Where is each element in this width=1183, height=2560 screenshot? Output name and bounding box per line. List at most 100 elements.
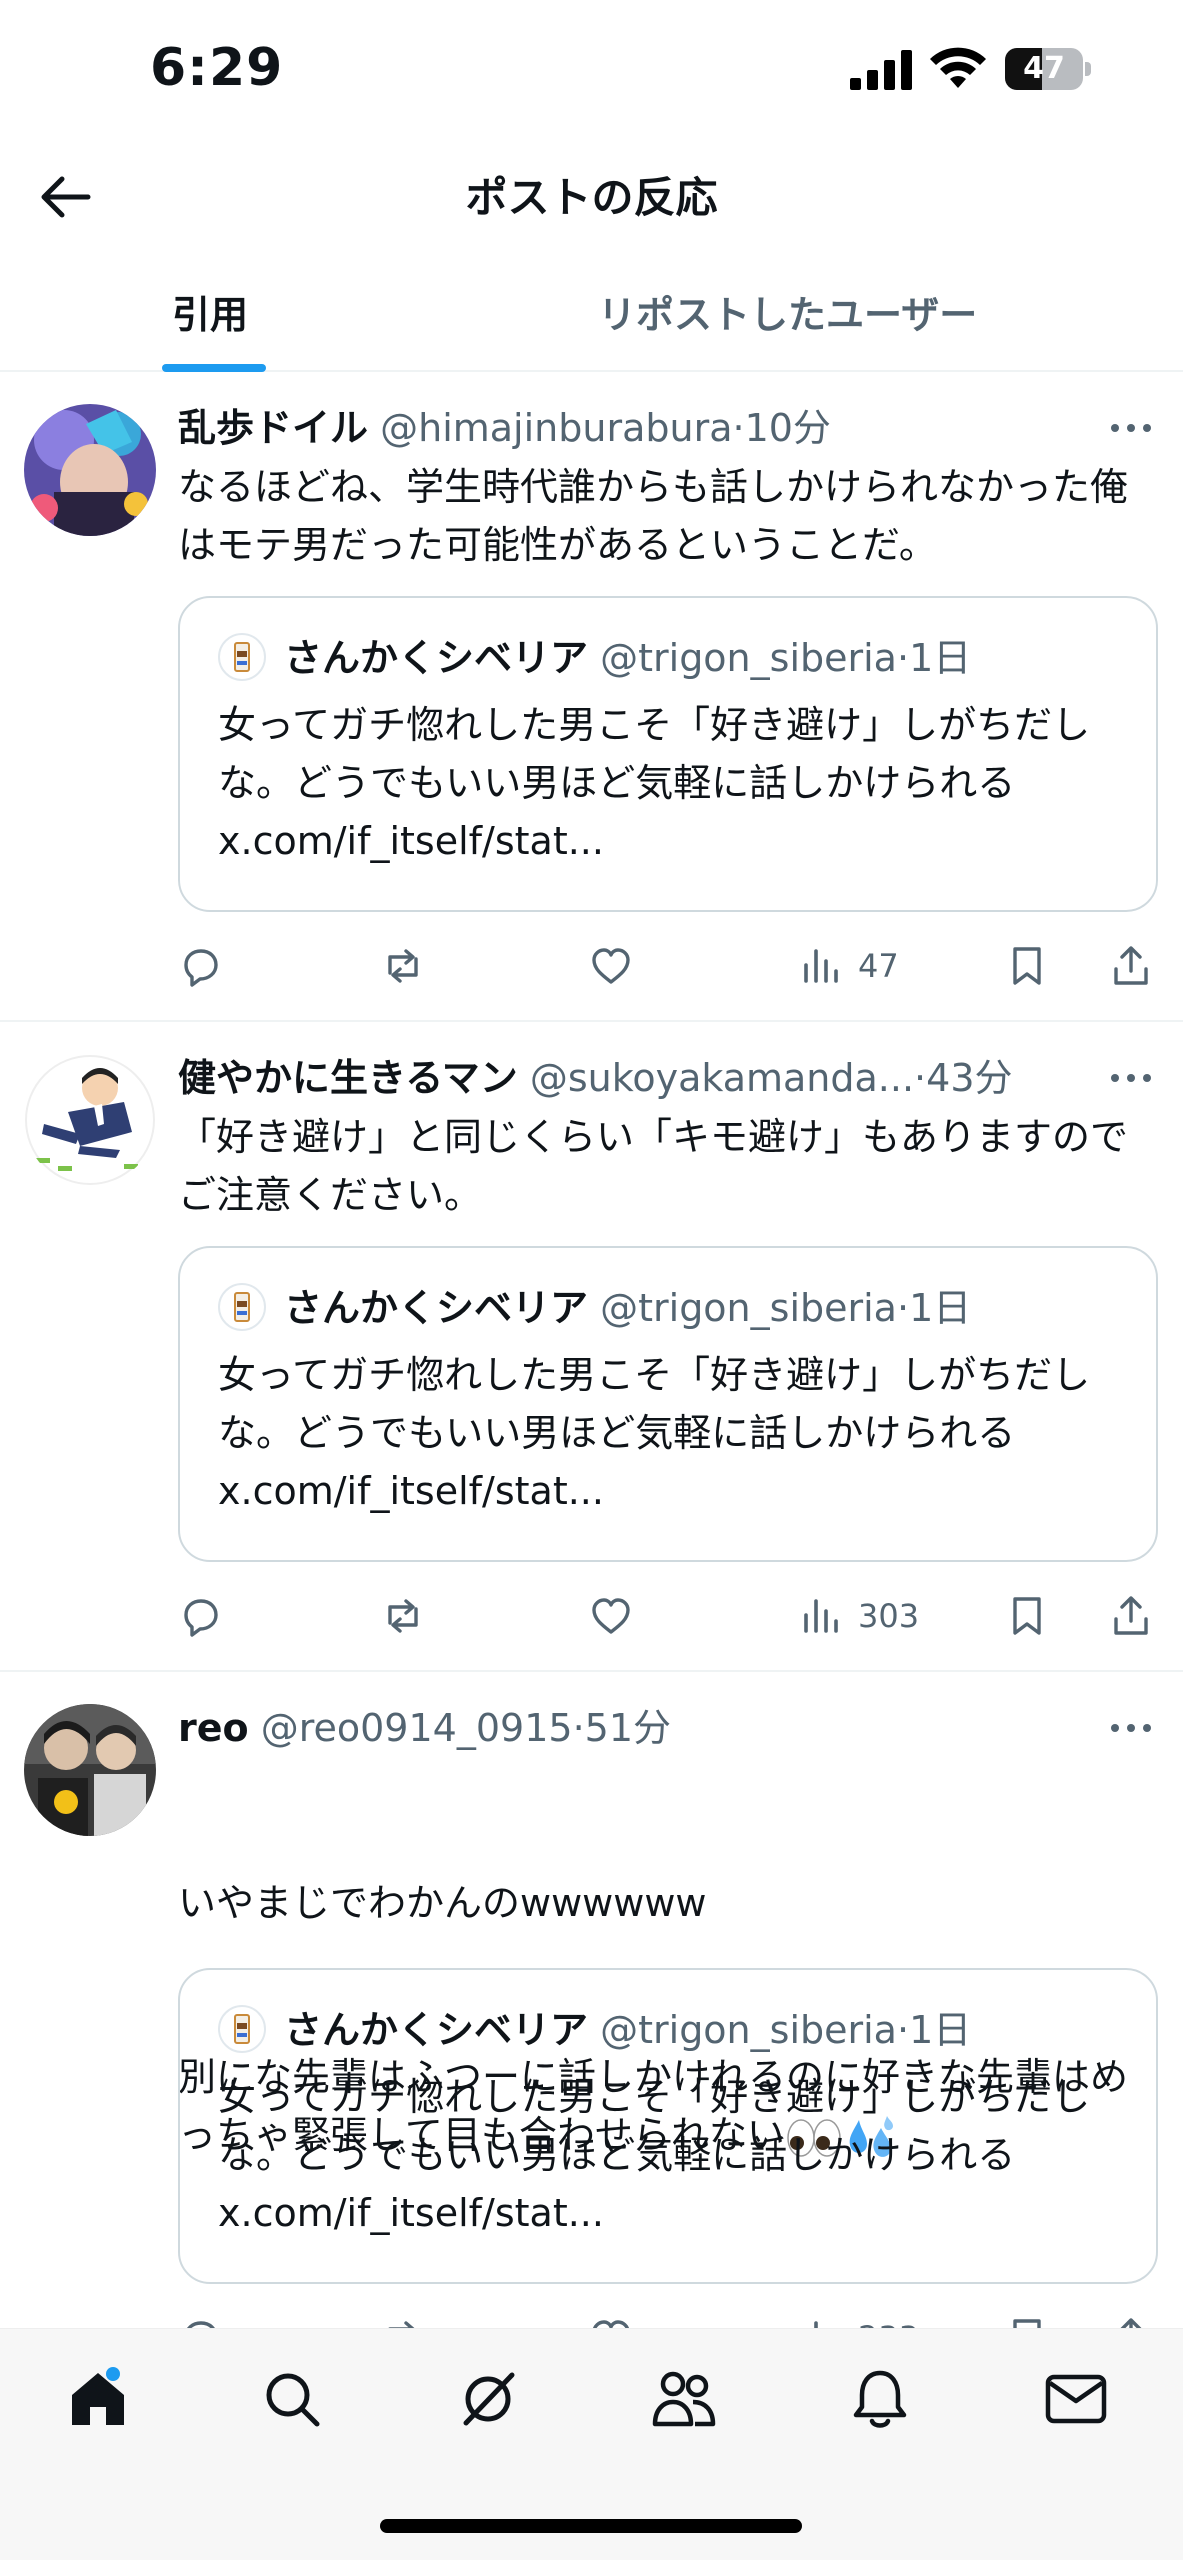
analytics-icon — [804, 1599, 838, 1633]
post[interactable]: 乱歩ドイル @himajinburabura·10分 なるほどね、学生時代誰から… — [0, 372, 1183, 1022]
bookmark-icon — [1013, 947, 1041, 985]
share-icon — [1114, 1596, 1148, 1635]
quoted-author-name: さんかくシベリア — [284, 1286, 589, 1330]
analytics-icon — [804, 949, 838, 983]
quoted-post-header: さんかくシベリア @trigon_siberia·1日 — [218, 628, 971, 688]
like-button[interactable] — [588, 936, 634, 996]
post[interactable]: 健やかに生きるマン @sukoyakamanda...·43分 「好き避け」と同… — [0, 1022, 1183, 1672]
post[interactable]: reo @reo0914_0915·51分 いやまじでわかんのwwwwww 別に… — [0, 1672, 1183, 2372]
nav-search[interactable] — [252, 2359, 332, 2439]
notification-dot — [106, 2367, 120, 2381]
communities-icon — [652, 2371, 716, 2427]
cellular-signal-icon — [850, 50, 912, 90]
quoted-post[interactable]: さんかくシベリア @trigon_siberia·1日 女ってガチ惚れした男こそ… — [178, 1968, 1158, 2284]
tab-reposts[interactable]: リポストしたユーザー — [598, 284, 977, 339]
home-icon — [72, 2373, 124, 2425]
post-actions: 303 — [178, 1586, 1168, 1646]
author-handle[interactable]: @sukoyakamanda... — [530, 1056, 914, 1100]
quoted-post[interactable]: さんかくシベリア @trigon_siberia·1日 女ってガチ惚れした男こそ… — [178, 1246, 1158, 1562]
quoted-post-time: 1日 — [909, 2008, 972, 2052]
reply-icon — [184, 1599, 218, 1637]
nav-notifications[interactable] — [840, 2359, 920, 2439]
battery-icon: 47 — [1005, 48, 1091, 90]
wifi-icon — [930, 47, 986, 88]
post-text: なるほどね、学生時代誰からも話しかけられなかった俺はモテ男だった可能性があるとい… — [178, 465, 1129, 567]
status-time: 6:29 — [150, 38, 284, 98]
quoted-post-header: さんかくシベリア @trigon_siberia·1日 — [218, 1278, 971, 1338]
quoted-avatar — [218, 632, 266, 681]
author-name[interactable]: reo — [178, 1706, 249, 1750]
post-actions: 47 — [178, 936, 1168, 996]
reply-button[interactable] — [178, 1586, 224, 1646]
search-icon — [266, 2373, 320, 2427]
header: ポストの反応 — [0, 140, 1183, 260]
bookmark-icon — [1013, 1597, 1041, 1635]
share-icon — [1114, 946, 1148, 985]
bottom-navigation — [0, 2328, 1183, 2560]
post-header: reo @reo0914_0915·51分 — [178, 1706, 672, 1750]
battery-level: 47 — [1023, 51, 1065, 86]
bookmark-button[interactable] — [1004, 936, 1050, 996]
view-count: 303 — [858, 1597, 920, 1635]
home-indicator — [380, 2519, 802, 2533]
views-button[interactable]: 47 — [798, 936, 899, 996]
like-button[interactable] — [588, 1586, 634, 1646]
more-options-icon[interactable] — [1109, 1718, 1153, 1738]
more-options-icon[interactable] — [1109, 418, 1153, 438]
tab-quotes[interactable]: 引用 — [172, 284, 248, 339]
status-bar: 6:29 47 — [0, 0, 1183, 140]
mail-icon — [1045, 2374, 1107, 2424]
share-button[interactable] — [1108, 1586, 1154, 1646]
nav-communities[interactable] — [644, 2359, 724, 2439]
quoted-post-time: 1日 — [909, 636, 972, 680]
post-header: 健やかに生きるマン @sukoyakamanda...·43分 — [178, 1056, 1013, 1100]
heart-icon — [592, 1598, 630, 1634]
post-text: 「好き避け」と同じくらい「キモ避け」もありますのでご注意ください。 — [178, 1115, 1129, 1217]
reply-button[interactable] — [178, 936, 224, 996]
quoted-avatar — [218, 1282, 266, 1331]
quoted-author-name: さんかくシベリア — [284, 636, 589, 680]
views-button[interactable]: 303 — [798, 1586, 919, 1646]
grok-icon — [463, 2372, 515, 2426]
post-time: 10分 — [744, 406, 831, 450]
nav-home[interactable] — [58, 2359, 138, 2439]
author-name[interactable]: 健やかに生きるマン — [178, 1056, 518, 1100]
quoted-post-time: 1日 — [909, 1286, 972, 1330]
quoted-author-name: さんかくシベリア — [284, 2008, 589, 2052]
quoted-post-text: 女ってガチ惚れした男こそ「好き避け」しがちだしな。どうでもいい男ほど気軽に話しか… — [218, 2075, 1091, 2235]
post-time: 51分 — [584, 1706, 672, 1750]
more-options-icon[interactable] — [1109, 1068, 1153, 1088]
quoted-author-handle: @trigon_siberia — [600, 1286, 897, 1330]
quoted-avatar — [218, 2004, 266, 2053]
repost-button[interactable] — [380, 1586, 426, 1646]
repost-icon — [388, 949, 418, 983]
bell-icon — [853, 2370, 907, 2428]
avatar[interactable] — [24, 404, 156, 536]
view-count: 47 — [858, 947, 899, 985]
author-handle[interactable]: @himajinburabura — [380, 406, 732, 450]
nav-grok[interactable] — [448, 2359, 528, 2439]
page-title: ポストの反応 — [465, 173, 718, 222]
avatar[interactable] — [24, 1704, 156, 1836]
heart-icon — [592, 948, 630, 984]
repost-icon — [388, 1599, 418, 1633]
active-tab-indicator — [162, 364, 266, 372]
author-name[interactable]: 乱歩ドイル — [178, 406, 368, 450]
post-header: 乱歩ドイル @himajinburabura·10分 — [178, 406, 831, 450]
repost-button[interactable] — [380, 936, 426, 996]
share-button[interactable] — [1108, 936, 1154, 996]
quoted-post[interactable]: さんかくシベリア @trigon_siberia·1日 女ってガチ惚れした男こそ… — [178, 596, 1158, 912]
quoted-post-text: 女ってガチ惚れした男こそ「好き避け」しがちだしな。どうでもいい男ほど気軽に話しか… — [218, 1353, 1091, 1513]
avatar[interactable] — [24, 1054, 156, 1186]
author-handle[interactable]: @reo0914_0915 — [261, 1706, 573, 1750]
quoted-post-text: 女ってガチ惚れした男こそ「好き避け」しがちだしな。どうでもいい男ほど気軽に話しか… — [218, 703, 1091, 863]
nav-messages[interactable] — [1036, 2359, 1116, 2439]
post-text-line: いやまじでわかんのwwwwww — [178, 1881, 707, 1925]
tab-bar: 引用 リポストしたユーザー — [0, 262, 1183, 372]
reply-icon — [184, 949, 218, 987]
bookmark-button[interactable] — [1004, 1586, 1050, 1646]
post-time: 43分 — [926, 1056, 1013, 1100]
quoted-author-handle: @trigon_siberia — [600, 636, 897, 680]
quoted-author-handle: @trigon_siberia — [600, 2008, 897, 2052]
feed: 乱歩ドイル @himajinburabura·10分 なるほどね、学生時代誰から… — [0, 372, 1183, 2372]
